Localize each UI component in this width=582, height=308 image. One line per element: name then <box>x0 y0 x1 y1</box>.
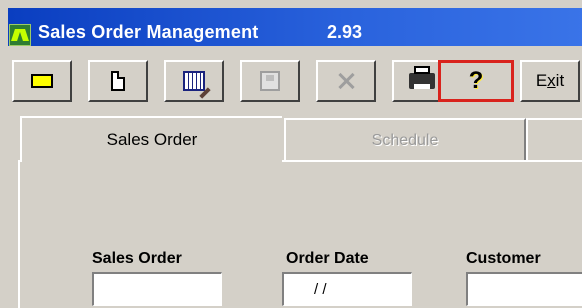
delete-button[interactable] <box>316 60 376 102</box>
exit-label-mnemonic: x <box>547 71 556 90</box>
app-window: Sales Order Management 2.93 ? Exit Sales… <box>0 0 582 308</box>
exit-label-rest: it <box>555 71 565 90</box>
open-button[interactable] <box>12 60 72 102</box>
printer-icon <box>409 66 435 89</box>
calendar-edit-icon <box>183 71 205 91</box>
order-date-label: Order Date <box>286 250 369 267</box>
version-label: 2.93 <box>327 22 363 42</box>
tab-schedule[interactable]: Schedule <box>284 118 526 160</box>
exit-label-first: E <box>535 71 548 90</box>
app-logo-icon <box>9 24 31 46</box>
tab-sales-order[interactable]: Sales Order <box>20 116 282 162</box>
help-button[interactable]: ? <box>438 60 514 102</box>
folder-open-icon <box>31 74 53 88</box>
customer-label: Customer <box>466 250 541 267</box>
save-disk-icon <box>260 71 280 91</box>
help-question-icon: ? <box>468 67 484 94</box>
exit-label: Exit <box>536 71 564 91</box>
tab-sales-order-label: Sales Order <box>106 130 198 149</box>
new-button[interactable] <box>88 60 148 102</box>
sales-order-input[interactable] <box>92 272 222 306</box>
tab-next[interactable] <box>526 118 582 160</box>
window-title: Sales Order Management <box>38 22 259 42</box>
exit-button[interactable]: Exit <box>520 60 580 102</box>
save-button[interactable] <box>240 60 300 102</box>
tab-schedule-label: Schedule <box>371 132 439 149</box>
delete-x-icon <box>336 71 356 91</box>
customer-input[interactable] <box>466 272 582 306</box>
edit-button[interactable] <box>164 60 224 102</box>
order-date-input[interactable] <box>282 272 412 306</box>
sales-order-label: Sales Order <box>92 250 182 267</box>
new-document-icon <box>111 71 125 91</box>
form-panel: Sales Order Order Date Customer <box>18 160 582 308</box>
